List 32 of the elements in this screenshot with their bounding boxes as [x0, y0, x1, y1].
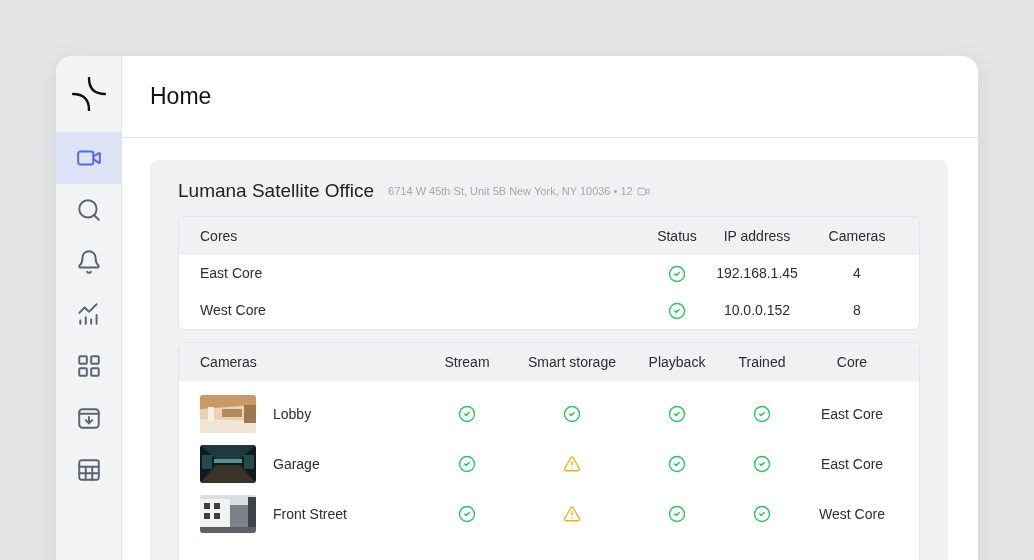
column-header: Trained [737, 352, 787, 372]
column-header: Smart storage [527, 352, 617, 372]
table-icon [75, 457, 102, 483]
page-title: Home [150, 82, 212, 112]
column-header: Core [835, 352, 869, 372]
column-header: Cores [200, 226, 239, 246]
column-header: Cameras [200, 352, 258, 372]
column-header: Status [656, 226, 698, 246]
camera-count: 4 [852, 264, 862, 283]
camera-name: Lobby [273, 404, 312, 424]
ip-address: 192.168.1.45 [715, 264, 799, 283]
ip-address: 10.0.0.152 [722, 301, 792, 320]
core-name: East Core [200, 264, 264, 283]
column-header: IP address [722, 226, 792, 246]
camera-name: Garage [273, 454, 320, 474]
site-details: 6714 W 45th St, Unit 5B New York, NY 10036 • 12 [388, 183, 633, 199]
camera-count: 8 [852, 301, 862, 320]
core-name: East Core [819, 454, 885, 474]
column-header: Playback [647, 352, 707, 372]
sidebar-item[interactable] [56, 132, 121, 184]
archive-icon [75, 405, 102, 431]
core-name: East Core [819, 404, 885, 424]
logo-icon [71, 77, 106, 111]
core-name: West Core [818, 504, 886, 524]
column-header: Stream [443, 352, 491, 372]
column-header: Cameras [827, 226, 887, 246]
camera-name: Front Street [273, 504, 347, 524]
site-name: Lumana Satellite Office [178, 178, 375, 203]
bell-icon [75, 249, 102, 275]
core-name: West Core [200, 301, 267, 320]
search-icon [75, 197, 102, 223]
grid-icon [75, 353, 102, 379]
